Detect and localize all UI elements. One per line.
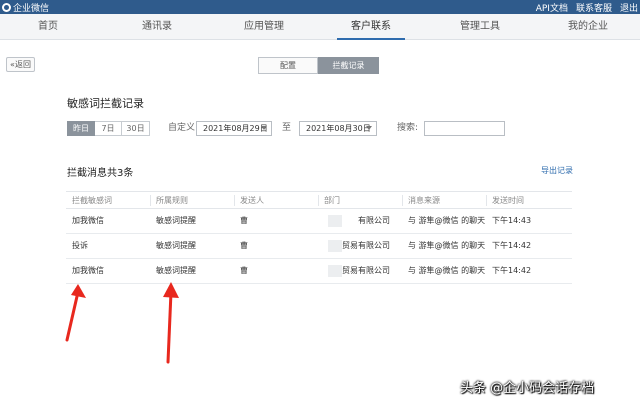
cell-keyword: 投诉 <box>72 241 88 250</box>
nav-item-my-company[interactable]: 我的企业 <box>568 14 608 40</box>
red-arrow-annotation <box>163 282 179 364</box>
date-to-label: 至 <box>282 123 292 133</box>
range-30-days-button[interactable]: 30日 <box>122 121 150 136</box>
cell-department: 有限公司 <box>358 216 390 225</box>
wecom-logo-icon <box>2 2 11 12</box>
redaction-block <box>328 265 342 277</box>
table-row[interactable]: 加我微信 敏感词提醒 曹 有限公司 与 游隼@微信 的聊天 下午14:43 <box>66 209 572 234</box>
column-header-rule: 所属规则 <box>156 196 188 205</box>
nav-item-app-management[interactable]: 应用管理 <box>244 14 284 40</box>
sub-tabs: 配置 拦截记录 <box>258 57 379 74</box>
top-bar: 企业微信 API文档 联系客服 退出 <box>0 0 640 14</box>
red-arrow-annotation <box>65 284 86 342</box>
cell-keyword: 加我微信 <box>72 216 104 225</box>
watermark: 头条 @企小码会话存档 <box>460 381 595 396</box>
start-date-select[interactable]: 2021年08月29日 <box>196 121 272 136</box>
tab-intercept-records[interactable]: 拦截记录 <box>318 57 379 74</box>
cell-department: 贸易有限公司 <box>342 241 390 250</box>
column-header-source: 消息来源 <box>408 196 440 205</box>
custom-range-label: 自定义 <box>168 123 196 133</box>
logout-link[interactable]: 退出 <box>620 1 638 14</box>
column-header-keyword: 拦截敏感词 <box>72 196 112 205</box>
end-date-select[interactable]: 2021年08月30日 <box>299 121 377 136</box>
column-header-department: 部门 <box>324 196 340 205</box>
contact-support-link[interactable]: 联系客服 <box>576 1 612 14</box>
redaction-block <box>328 215 342 227</box>
caret-down-icon <box>261 126 267 130</box>
range-7-days-button[interactable]: 7日 <box>95 121 122 136</box>
cell-keyword: 加我微信 <box>72 266 104 275</box>
export-records-link[interactable]: 导出记录 <box>541 165 573 176</box>
api-docs-link[interactable]: API文档 <box>536 1 568 14</box>
table-row[interactable]: 加我微信 敏感词提醒 曹 贸易有限公司 与 游隼@微信 的聊天 下午14:42 <box>66 259 572 284</box>
column-header-sender: 发送人 <box>240 196 264 205</box>
cell-rule: 敏感词提醒 <box>156 216 196 225</box>
range-selector: 昨日 7日 30日 <box>67 121 150 136</box>
caret-down-icon <box>366 126 372 130</box>
cell-source: 与 游隼@微信 的聊天 <box>408 216 486 225</box>
main-nav: 首页 通讯录 应用管理 客户联系 管理工具 我的企业 <box>0 14 640 40</box>
cell-sender: 曹 <box>240 241 248 250</box>
tab-config[interactable]: 配置 <box>258 57 318 74</box>
intercept-records-table: 拦截敏感词 所属规则 发送人 部门 消息来源 发送时间 加我微信 敏感词提醒 曹… <box>66 191 572 284</box>
cell-source: 与 游隼@微信 的聊天 <box>408 266 486 275</box>
nav-item-management-tools[interactable]: 管理工具 <box>460 14 500 40</box>
cell-time: 下午14:42 <box>492 241 532 250</box>
cell-rule: 敏感词提醒 <box>156 241 196 250</box>
redaction-block <box>328 240 342 252</box>
cell-department: 贸易有限公司 <box>342 266 390 275</box>
cell-sender: 曹 <box>240 266 248 275</box>
page-title: 敏感词拦截记录 <box>67 97 144 110</box>
table-header: 拦截敏感词 所属规则 发送人 部门 消息来源 发送时间 <box>66 191 572 209</box>
back-button[interactable]: «返回 <box>6 57 35 72</box>
column-header-time: 发送时间 <box>492 196 524 205</box>
top-links: API文档 联系客服 退出 <box>536 1 640 14</box>
nav-item-customer-contact[interactable]: 客户联系 <box>337 14 405 40</box>
intercept-count: 拦截消息共3条 <box>67 168 134 179</box>
nav-item-home[interactable]: 首页 <box>38 14 58 40</box>
nav-item-contacts[interactable]: 通讯录 <box>142 14 172 40</box>
search-label: 搜索: <box>397 123 419 133</box>
cell-sender: 曹 <box>240 216 248 225</box>
search-input[interactable] <box>424 121 505 136</box>
cell-time: 下午14:42 <box>492 266 532 275</box>
table-row[interactable]: 投诉 敏感词提醒 曹 贸易有限公司 与 游隼@微信 的聊天 下午14:42 <box>66 234 572 259</box>
brand[interactable]: 企业微信 <box>0 1 49 14</box>
cell-time: 下午14:43 <box>492 216 532 225</box>
cell-source: 与 游隼@微信 的聊天 <box>408 241 486 250</box>
range-yesterday-button[interactable]: 昨日 <box>67 121 95 136</box>
brand-name: 企业微信 <box>13 3 50 14</box>
